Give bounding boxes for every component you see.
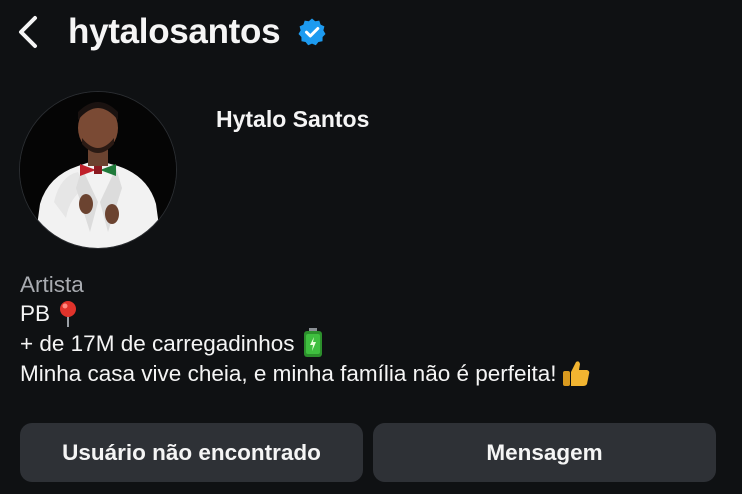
user-not-found-button[interactable]: Usuário não encontrado (20, 423, 363, 482)
battery-icon (303, 328, 322, 357)
bio-location-line: PB (20, 299, 720, 328)
chevron-left-icon (19, 16, 37, 48)
back-button[interactable] (10, 12, 46, 52)
bio-tagline-line: Minha casa vive cheia, e minha família n… (20, 358, 720, 388)
profile-display-name: Hytalo Santos (216, 106, 370, 132)
bio-followers-text: + de 17M de carregadinhos (20, 330, 295, 356)
bio-tagline: Minha casa vive cheia, e minha família n… (20, 360, 557, 386)
profile-username: hytalosantos (68, 12, 281, 51)
profile-avatar[interactable] (20, 92, 176, 248)
round-pushpin-icon (60, 300, 77, 327)
verified-badge-icon (298, 18, 326, 46)
top-bar: hytalosantos (0, 0, 742, 64)
avatar-portrait (20, 92, 176, 248)
profile-actions: Usuário não encontrado Mensagem (20, 423, 716, 482)
bio-category: Artista (20, 272, 84, 297)
thumbs-up-icon (562, 361, 589, 386)
bio-followers-line: + de 17M de carregadinhos (20, 328, 720, 358)
message-button[interactable]: Mensagem (373, 423, 716, 482)
profile-bio: Artista PB + de 17M de carregadinhos Min… (20, 270, 720, 388)
bio-location: PB (20, 301, 51, 326)
